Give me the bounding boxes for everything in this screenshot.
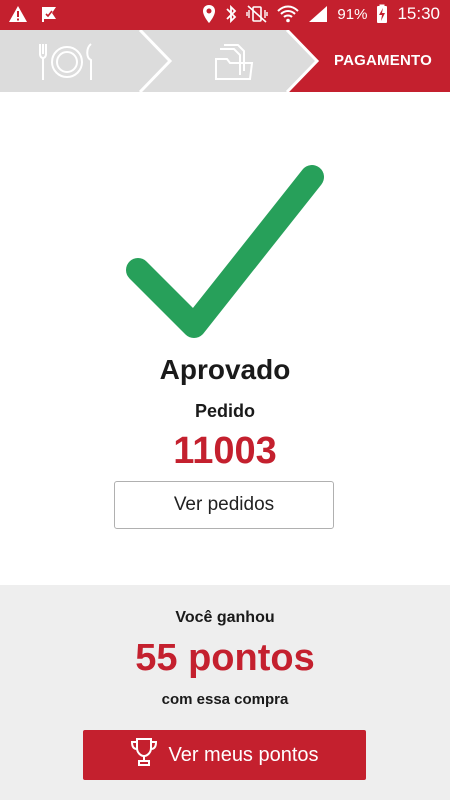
order-label: Pedido — [194, 401, 255, 421]
status-title: Aprovado — [159, 354, 291, 385]
view-points-label: Ver meus pontos — [168, 743, 319, 766]
checkmark-icon — [118, 155, 330, 345]
warning-icon — [8, 5, 28, 23]
checkout-stepper: PAGAMENTO — [0, 30, 450, 92]
battery-charging-icon — [376, 4, 388, 24]
clock: 15:30 — [397, 4, 440, 23]
signal-icon — [308, 5, 328, 23]
status-bar: 91% 15:30 — [0, 0, 450, 30]
step-pagamento[interactable]: PAGAMENTO — [320, 52, 446, 69]
trophy-icon — [130, 736, 158, 774]
purchase-label: com essa compra — [161, 691, 289, 708]
restaurant-icon[interactable] — [36, 40, 98, 89]
wifi-icon — [277, 4, 300, 24]
earned-label: Você ganhou — [175, 609, 275, 626]
view-points-button[interactable]: Ver meus pontos — [83, 730, 366, 780]
documents-icon[interactable] — [212, 41, 256, 88]
rewards-panel: Você ganhou 55 pontos com essa compra Ve… — [0, 585, 450, 800]
flag-icon — [40, 5, 58, 23]
vibrate-mute-icon — [246, 4, 269, 24]
bluetooth-icon — [225, 4, 237, 24]
location-icon — [202, 4, 216, 24]
order-number: 11003 — [173, 430, 277, 472]
battery-percent: 91% — [337, 5, 368, 23]
view-orders-button[interactable]: Ver pedidos — [114, 481, 334, 529]
points-value: 55 pontos — [135, 637, 315, 679]
